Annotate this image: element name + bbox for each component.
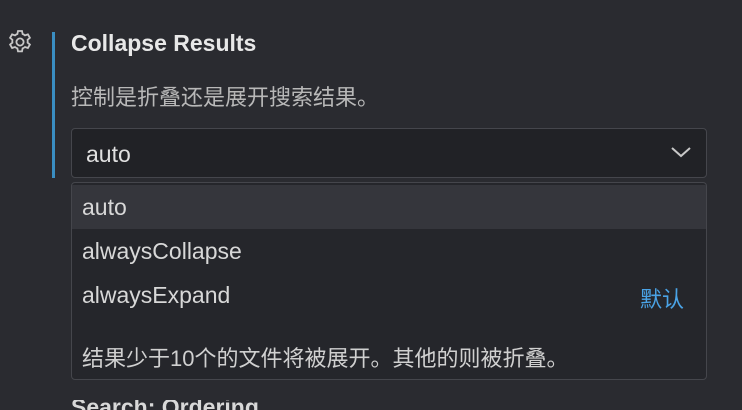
- setting-focus-indicator: [52, 32, 55, 178]
- option-always-collapse[interactable]: alwaysCollapse: [72, 229, 706, 273]
- next-setting-title-text: Search: Ordering: [71, 400, 311, 410]
- option-label: auto: [82, 194, 127, 220]
- option-auto[interactable]: auto: [72, 185, 706, 229]
- next-setting-title: Search: Ordering: [71, 400, 311, 410]
- option-always-expand[interactable]: alwaysExpand 默认: [72, 273, 706, 317]
- option-label: alwaysExpand: [82, 282, 231, 308]
- select-current-value: auto: [86, 141, 131, 167]
- settings-panel: Collapse Results 控制是折叠还是展开搜索结果。 auto aut…: [0, 0, 742, 410]
- chevron-down-icon: [670, 144, 692, 160]
- option-description: 结果少于10个的文件将被展开。其他的则被折叠。: [82, 346, 569, 371]
- gear-icon[interactable]: [6, 28, 34, 56]
- setting-title: Collapse Results: [71, 30, 257, 56]
- default-tag: 默认: [639, 287, 684, 312]
- option-label: alwaysCollapse: [82, 238, 242, 264]
- setting-description: 控制是折叠还是展开搜索结果。: [71, 85, 380, 110]
- collapse-results-select[interactable]: auto: [71, 128, 707, 178]
- select-dropdown-list: auto alwaysCollapse alwaysExpand 默认 结果少于…: [71, 182, 707, 380]
